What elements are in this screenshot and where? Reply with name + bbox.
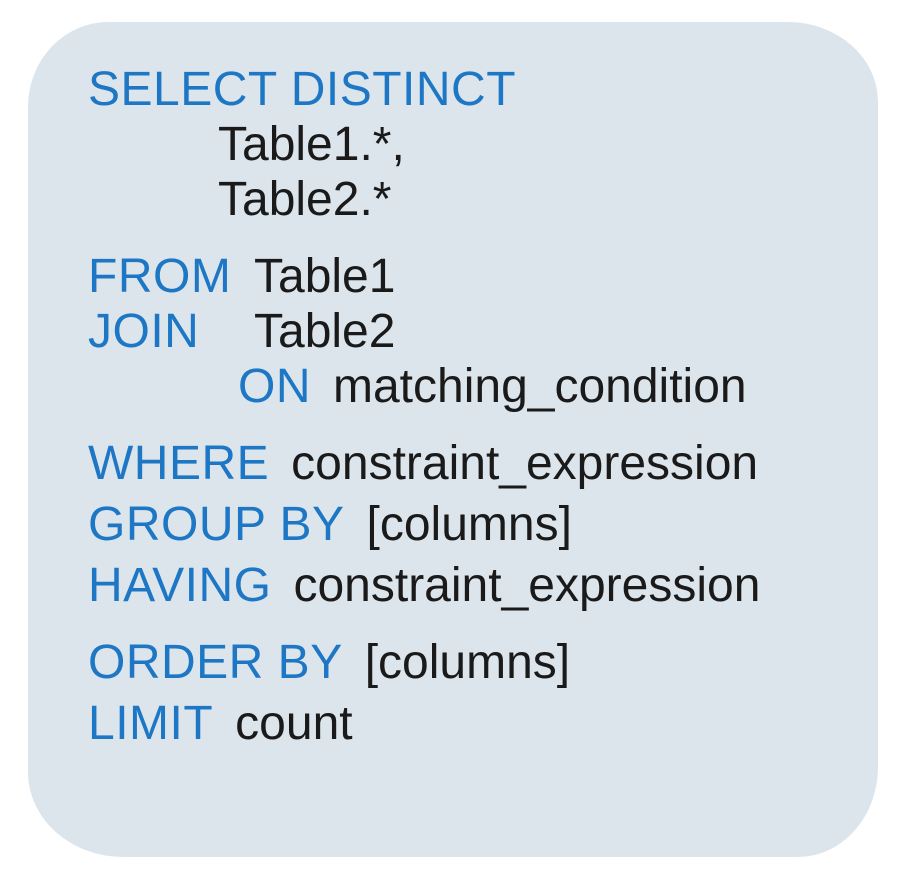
where-keyword: WHERE bbox=[88, 436, 269, 491]
select-column-2: Table2.* bbox=[88, 172, 838, 227]
orderby-clause: ORDER BY [columns] bbox=[88, 635, 838, 690]
on-clause: ON matching_condition bbox=[88, 359, 838, 414]
groupby-cols: [columns] bbox=[367, 497, 572, 552]
select-col-value: Table1.*, bbox=[218, 117, 405, 172]
having-clause: HAVING constraint_expression bbox=[88, 558, 838, 613]
join-clause: JOIN Table2 bbox=[88, 304, 838, 359]
limit-clause: LIMIT count bbox=[88, 696, 838, 751]
from-keyword: FROM bbox=[88, 249, 254, 304]
where-clause: WHERE constraint_expression bbox=[88, 436, 838, 491]
groupby-clause: GROUP BY [columns] bbox=[88, 497, 838, 552]
on-condition: matching_condition bbox=[333, 359, 747, 414]
on-keyword: ON bbox=[238, 359, 311, 414]
select-clause: SELECT DISTINCT bbox=[88, 62, 838, 117]
having-keyword: HAVING bbox=[88, 558, 271, 613]
join-table: Table2 bbox=[254, 304, 395, 359]
select-column-1: Table1.*, bbox=[88, 117, 838, 172]
from-clause: FROM Table1 bbox=[88, 249, 838, 304]
limit-keyword: LIMIT bbox=[88, 696, 213, 751]
groupby-keyword: GROUP BY bbox=[88, 497, 345, 552]
orderby-cols: [columns] bbox=[365, 635, 570, 690]
join-keyword: JOIN bbox=[88, 304, 254, 359]
where-expr: constraint_expression bbox=[291, 436, 758, 491]
select-col-value: Table2.* bbox=[218, 172, 391, 227]
orderby-keyword: ORDER BY bbox=[88, 635, 343, 690]
from-table: Table1 bbox=[254, 249, 395, 304]
having-expr: constraint_expression bbox=[293, 558, 760, 613]
limit-count: count bbox=[235, 696, 352, 751]
sql-syntax-card: SELECT DISTINCT Table1.*, Table2.* FROM … bbox=[28, 22, 878, 857]
select-distinct-keyword: SELECT DISTINCT bbox=[88, 62, 516, 117]
